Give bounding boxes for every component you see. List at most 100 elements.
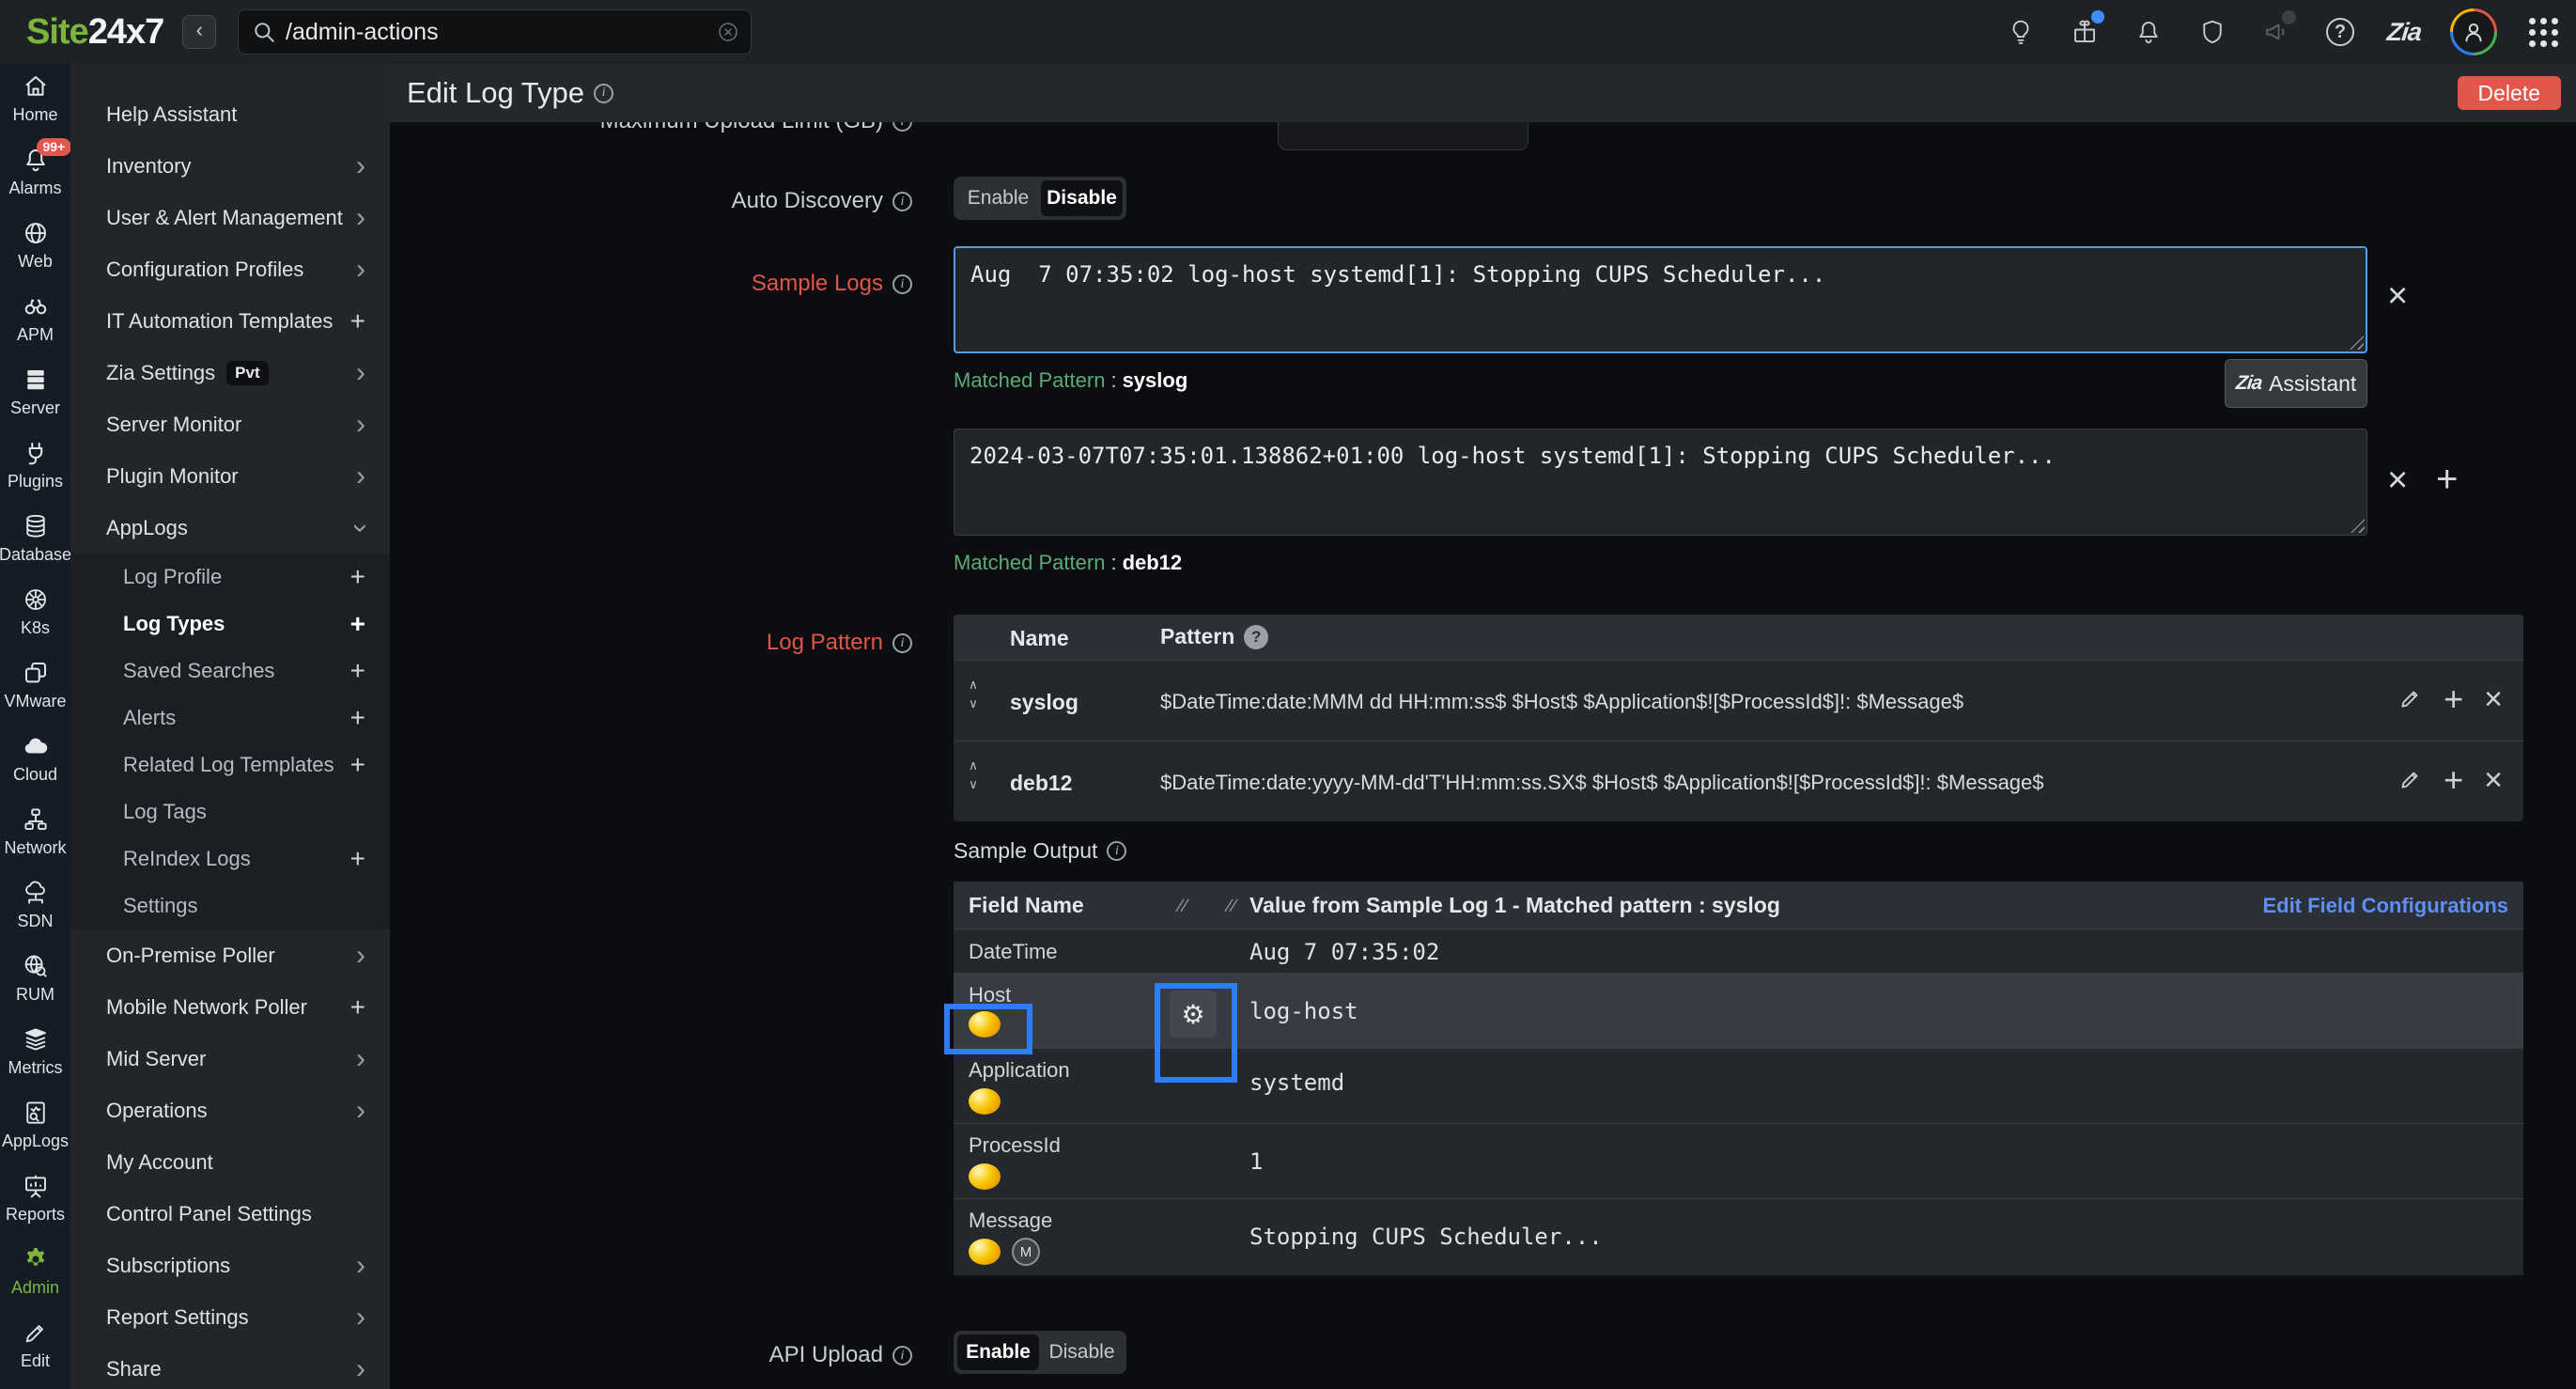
rail-item-web[interactable]: Web	[0, 211, 70, 284]
sidebar-item-mobile-network-poller[interactable]: Mobile Network Poller	[70, 981, 390, 1033]
plus-icon[interactable]	[350, 993, 365, 1022]
gift-icon[interactable]	[2067, 14, 2103, 50]
rail-item-network[interactable]: Network	[0, 797, 70, 870]
move-up-icon[interactable]: ∧	[969, 678, 978, 693]
plus-icon[interactable]	[350, 563, 365, 591]
info-icon[interactable]	[1107, 841, 1126, 861]
move-down-icon[interactable]: ∨	[969, 777, 978, 792]
processid-field-toggle[interactable]	[969, 1163, 1001, 1190]
submenu-item-settings[interactable]: Settings	[70, 882, 390, 929]
zia-icon[interactable]: Zia	[2386, 14, 2422, 50]
edit-pattern-icon[interactable]	[2398, 686, 2423, 713]
sidebar-item-mid-server[interactable]: Mid Server	[70, 1033, 390, 1085]
column-resize-handle[interactable]	[1179, 897, 1188, 917]
submenu-item-log-types[interactable]: Log Types	[70, 601, 390, 648]
add-pattern-icon[interactable]	[2444, 766, 2463, 794]
rail-item-k8s[interactable]: K8s	[0, 577, 70, 650]
add-pattern-icon[interactable]	[2444, 685, 2463, 713]
plus-icon[interactable]	[350, 704, 365, 732]
delete-button[interactable]: Delete	[2458, 76, 2561, 110]
apps-grid-icon[interactable]	[2525, 14, 2561, 50]
sidebar-collapse-button[interactable]	[182, 15, 216, 49]
auto-discovery-disable-button[interactable]: Disable	[1041, 180, 1123, 216]
shield-icon[interactable]	[2195, 14, 2230, 50]
submenu-item-alerts[interactable]: Alerts	[70, 694, 390, 741]
sidebar-item-plugin-monitor[interactable]: Plugin Monitor	[70, 450, 390, 502]
sidebar-item-share[interactable]: Share	[70, 1343, 390, 1389]
sample-log-2-input[interactable]: 2024-03-07T07:35:01.138862+01:00 log-hos…	[954, 429, 2367, 535]
multiline-badge[interactable]: M	[1012, 1238, 1040, 1266]
plus-icon[interactable]	[350, 751, 365, 779]
sidebar-item-applogs[interactable]: AppLogs	[70, 502, 390, 554]
add-sample-log-button[interactable]	[2436, 460, 2458, 498]
rail-item-metrics[interactable]: Metrics	[0, 1017, 70, 1090]
auto-discovery-enable-button[interactable]: Enable	[957, 180, 1039, 216]
submenu-item-reindex-logs[interactable]: ReIndex Logs	[70, 835, 390, 882]
notification-bell-icon[interactable]	[2131, 14, 2166, 50]
delete-pattern-icon[interactable]	[2484, 685, 2503, 713]
plus-icon[interactable]	[350, 657, 365, 685]
rail-item-home[interactable]: Home	[0, 64, 70, 137]
submenu-item-log-profile[interactable]: Log Profile	[70, 554, 390, 601]
rail-item-sdn[interactable]: SDN	[0, 870, 70, 944]
remove-sample-log-1-button[interactable]	[2387, 278, 2408, 314]
sidebar-item-control-panel-settings[interactable]: Control Panel Settings	[70, 1188, 390, 1240]
submenu-item-saved-searches[interactable]: Saved Searches	[70, 648, 390, 694]
sidebar-item-inventory[interactable]: Inventory	[70, 140, 390, 192]
sidebar-item-zia-settings[interactable]: Zia SettingsPvt	[70, 347, 390, 398]
rail-item-applogs[interactable]: AppLogs	[0, 1090, 70, 1163]
pattern-help-icon[interactable]	[1244, 625, 1268, 649]
global-search[interactable]	[238, 9, 752, 55]
megaphone-icon[interactable]	[2258, 14, 2294, 50]
bulb-icon[interactable]	[2003, 14, 2039, 50]
search-input[interactable]	[286, 19, 717, 46]
clear-search-icon[interactable]	[717, 21, 739, 43]
column-resize-handle[interactable]	[1228, 897, 1237, 917]
rail-item-database[interactable]: Database	[0, 504, 70, 577]
sample-log-1-input[interactable]: Aug 7 07:35:02 log-host systemd[1]: Stop…	[955, 248, 2366, 351]
plus-icon[interactable]	[350, 845, 365, 873]
info-icon[interactable]	[594, 84, 613, 103]
plus-icon[interactable]	[350, 307, 365, 336]
info-icon[interactable]	[892, 122, 912, 132]
submenu-item-related-log-templates[interactable]: Related Log Templates	[70, 741, 390, 788]
info-icon[interactable]	[892, 192, 912, 211]
sidebar-item-help-assistant[interactable]: Help Assistant	[70, 88, 390, 140]
rail-item-reports[interactable]: Reports	[0, 1163, 70, 1237]
application-field-toggle[interactable]	[969, 1088, 1001, 1115]
message-field-toggle[interactable]	[969, 1239, 1001, 1265]
sidebar-item-user-alert-management[interactable]: User & Alert Management	[70, 192, 390, 243]
sidebar-item-my-account[interactable]: My Account	[70, 1136, 390, 1188]
rail-item-alarms[interactable]: 99+ Alarms	[0, 137, 70, 211]
info-icon[interactable]	[892, 633, 912, 653]
edit-field-configurations-link[interactable]: Edit Field Configurations	[2262, 894, 2508, 918]
api-upload-enable-button[interactable]: Enable	[957, 1334, 1039, 1370]
submenu-item-log-tags[interactable]: Log Tags	[70, 788, 390, 835]
rail-item-admin[interactable]: Admin	[0, 1237, 70, 1310]
info-icon[interactable]	[892, 1346, 912, 1366]
info-icon[interactable]	[892, 274, 912, 294]
rail-item-plugins[interactable]: Plugins	[0, 430, 70, 504]
avatar[interactable]	[2450, 8, 2497, 55]
sidebar-item-report-settings[interactable]: Report Settings	[70, 1291, 390, 1343]
edit-pattern-icon[interactable]	[2398, 767, 2423, 794]
sidebar-item-configuration-profiles[interactable]: Configuration Profiles	[70, 243, 390, 295]
sidebar-item-server-monitor[interactable]: Server Monitor	[70, 398, 390, 450]
rail-item-cloud[interactable]: Cloud	[0, 724, 70, 797]
sidebar-item-subscriptions[interactable]: Subscriptions	[70, 1240, 390, 1291]
max-upload-limit-input[interactable]	[1278, 122, 1529, 150]
rail-item-apm[interactable]: APM	[0, 284, 70, 357]
sidebar-item-it-automation-templates[interactable]: IT Automation Templates	[70, 295, 390, 347]
rail-item-vmware[interactable]: VMware	[0, 650, 70, 724]
help-icon[interactable]	[2322, 14, 2358, 50]
sidebar-item-on-premise-poller[interactable]: On-Premise Poller	[70, 929, 390, 981]
remove-sample-log-2-button[interactable]	[2387, 462, 2408, 498]
site24x7-logo[interactable]: Site24x7	[26, 12, 163, 53]
api-upload-disable-button[interactable]: Disable	[1041, 1334, 1123, 1370]
zia-assistant-button[interactable]: Zia Assistant	[2225, 359, 2367, 408]
rail-item-rum[interactable]: RUM	[0, 944, 70, 1017]
sidebar-item-operations[interactable]: Operations	[70, 1085, 390, 1136]
rail-item-edit[interactable]: Edit	[0, 1310, 70, 1383]
rail-item-server[interactable]: Server	[0, 357, 70, 430]
plus-icon[interactable]	[350, 610, 365, 638]
